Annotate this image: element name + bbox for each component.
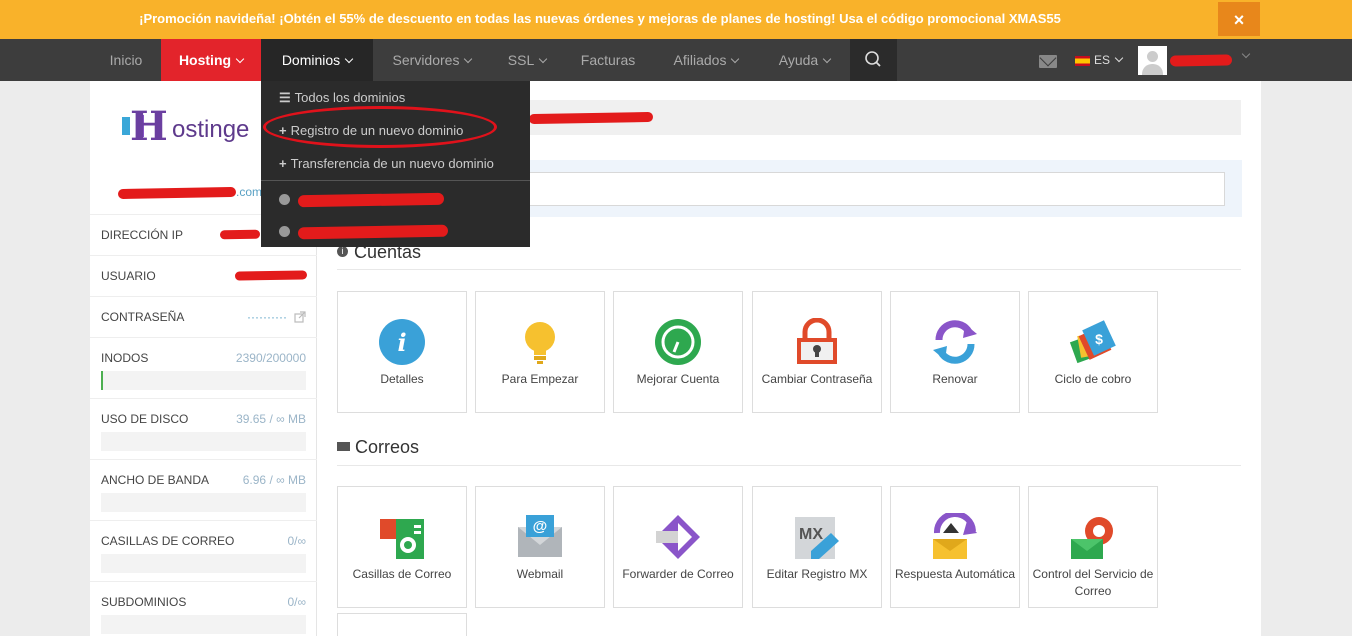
progress-bar — [101, 615, 306, 634]
close-icon[interactable]: × — [1218, 2, 1260, 36]
tile-detalles[interactable]: i Detalles — [337, 291, 467, 413]
nav-servidores[interactable]: Servidores — [373, 39, 491, 81]
mail-icon[interactable] — [1039, 55, 1057, 68]
nav-facturas[interactable]: Facturas — [563, 39, 653, 81]
redaction-scribble — [297, 224, 449, 239]
promo-banner: ¡Promoción navideña! ¡Obtén el 55% de de… — [0, 0, 1352, 39]
chevron-down-icon — [538, 54, 548, 64]
list-icon: ☰ — [279, 90, 291, 105]
webmail-icon: @ — [518, 515, 562, 557]
globe-icon — [279, 194, 290, 206]
search-button[interactable] — [850, 39, 897, 81]
search-icon — [865, 51, 881, 67]
divider — [337, 269, 1241, 270]
tile-mejorar-cuenta[interactable]: Mejorar Cuenta — [613, 291, 743, 413]
logo: H ostinge — [120, 103, 260, 153]
tile-webmail[interactable]: @ Webmail — [475, 486, 605, 608]
nav-dominios[interactable]: Dominios — [261, 39, 373, 81]
section-correos: Correos — [337, 437, 419, 458]
tile-para-empezar[interactable]: Para Empezar — [475, 291, 605, 413]
svg-text:i: i — [397, 328, 406, 357]
svg-text:MX: MX — [799, 526, 823, 543]
lock-icon — [797, 318, 837, 364]
stat-mailboxes: CASILLAS DE CORREO 0/∞ — [90, 520, 317, 581]
external-link-icon[interactable] — [294, 311, 306, 323]
progress-bar — [101, 432, 306, 451]
chevron-down-icon — [464, 54, 473, 64]
svg-text:@: @ — [533, 518, 548, 535]
autoresponder-icon — [933, 513, 977, 559]
chevron-down-icon — [235, 54, 245, 64]
tile-control-servicio-correo[interactable]: Control del Servicio de Correo — [1028, 486, 1158, 608]
gauge-icon — [655, 319, 701, 365]
stat-subdomains: SUBDOMINIOS 0/∞ — [90, 581, 317, 636]
logo-letter: H — [130, 103, 168, 150]
tile-forwarder-de-correo[interactable]: Forwarder de Correo — [613, 486, 743, 608]
menu-domain-item[interactable] — [261, 182, 530, 215]
divider — [261, 180, 530, 181]
refresh-icon — [933, 320, 977, 364]
progress-bar — [101, 493, 306, 512]
account-domain[interactable]: .com — [117, 185, 262, 199]
tile-renovar[interactable]: Renovar — [890, 291, 1020, 413]
tile-respuesta-automatica[interactable]: Respuesta Automática — [890, 486, 1020, 608]
redaction-scribble — [219, 229, 261, 240]
info-icon: i — [379, 319, 425, 365]
redaction-scribble — [117, 186, 237, 199]
nav-afiliados[interactable]: Afiliados — [653, 39, 759, 81]
mailbox-settings-icon — [380, 519, 424, 559]
avatar[interactable] — [1138, 46, 1167, 75]
highlight-circle — [263, 106, 497, 148]
progress-fill — [101, 371, 103, 390]
chevron-down-icon — [344, 54, 354, 64]
mail-service-gear-icon — [1071, 517, 1113, 559]
stat-bandwidth: ANCHO DE BANDA 6.96 / ∞ MB — [90, 459, 317, 520]
tile-cambiar-contrasena[interactable]: Cambiar Contraseña — [752, 291, 882, 413]
redaction-scribble — [297, 192, 445, 207]
forward-icon — [656, 515, 700, 559]
tile-partial[interactable] — [337, 613, 467, 636]
logo-text: ostinge — [172, 116, 250, 143]
nav-ssl[interactable]: SSL — [491, 39, 563, 81]
nav-hosting[interactable]: Hosting — [161, 39, 261, 81]
stat-disk: USO DE DISCO 39.65 / ∞ MB — [90, 398, 317, 459]
language-selector[interactable]: ES — [1075, 39, 1124, 81]
tile-ciclo-de-cobro[interactable]: $ Ciclo de cobro — [1028, 291, 1158, 413]
redaction-scribble — [234, 270, 308, 281]
envelope-icon — [337, 441, 350, 451]
redaction-scribble — [528, 111, 654, 125]
lightbulb-icon — [525, 322, 555, 364]
info-icon: i — [337, 245, 348, 257]
progress-bar — [101, 554, 306, 573]
globe-icon — [279, 226, 290, 238]
chevron-down-icon — [1114, 53, 1124, 63]
tile-casillas-de-correo[interactable]: Casillas de Correo — [337, 486, 467, 608]
nav-inicio[interactable]: Inicio — [92, 39, 160, 81]
svg-text:$: $ — [1095, 331, 1103, 347]
menu-domain-item[interactable] — [261, 214, 530, 247]
promo-text: ¡Promoción navideña! ¡Obtén el 55% de de… — [139, 11, 1061, 26]
chevron-down-icon — [822, 54, 832, 64]
progress-bar — [101, 371, 306, 390]
dominios-dropdown: ☰ Todos los dominios + Registro de un nuev… — [261, 81, 530, 247]
redaction-scribble — [1169, 54, 1233, 67]
stat-inodos: INODOS 2390/200000 — [90, 337, 317, 398]
edit-mx-icon: MX — [795, 517, 839, 559]
nav-ayuda[interactable]: Ayuda — [759, 39, 850, 81]
chevron-down-icon — [731, 54, 740, 64]
price-tag-icon: $ — [1069, 320, 1116, 364]
spain-flag-icon — [1075, 55, 1090, 66]
chevron-down-icon[interactable] — [1241, 49, 1251, 59]
top-nav: Inicio Hosting Dominios Servidores SSL F… — [0, 39, 1352, 81]
tile-editar-registro-mx[interactable]: MX Editar Registro MX — [752, 486, 882, 608]
menu-transferencia-dominio[interactable]: + Transferencia de un nuevo dominio — [261, 147, 530, 180]
divider — [337, 465, 1241, 466]
plus-icon: + — [279, 156, 287, 171]
